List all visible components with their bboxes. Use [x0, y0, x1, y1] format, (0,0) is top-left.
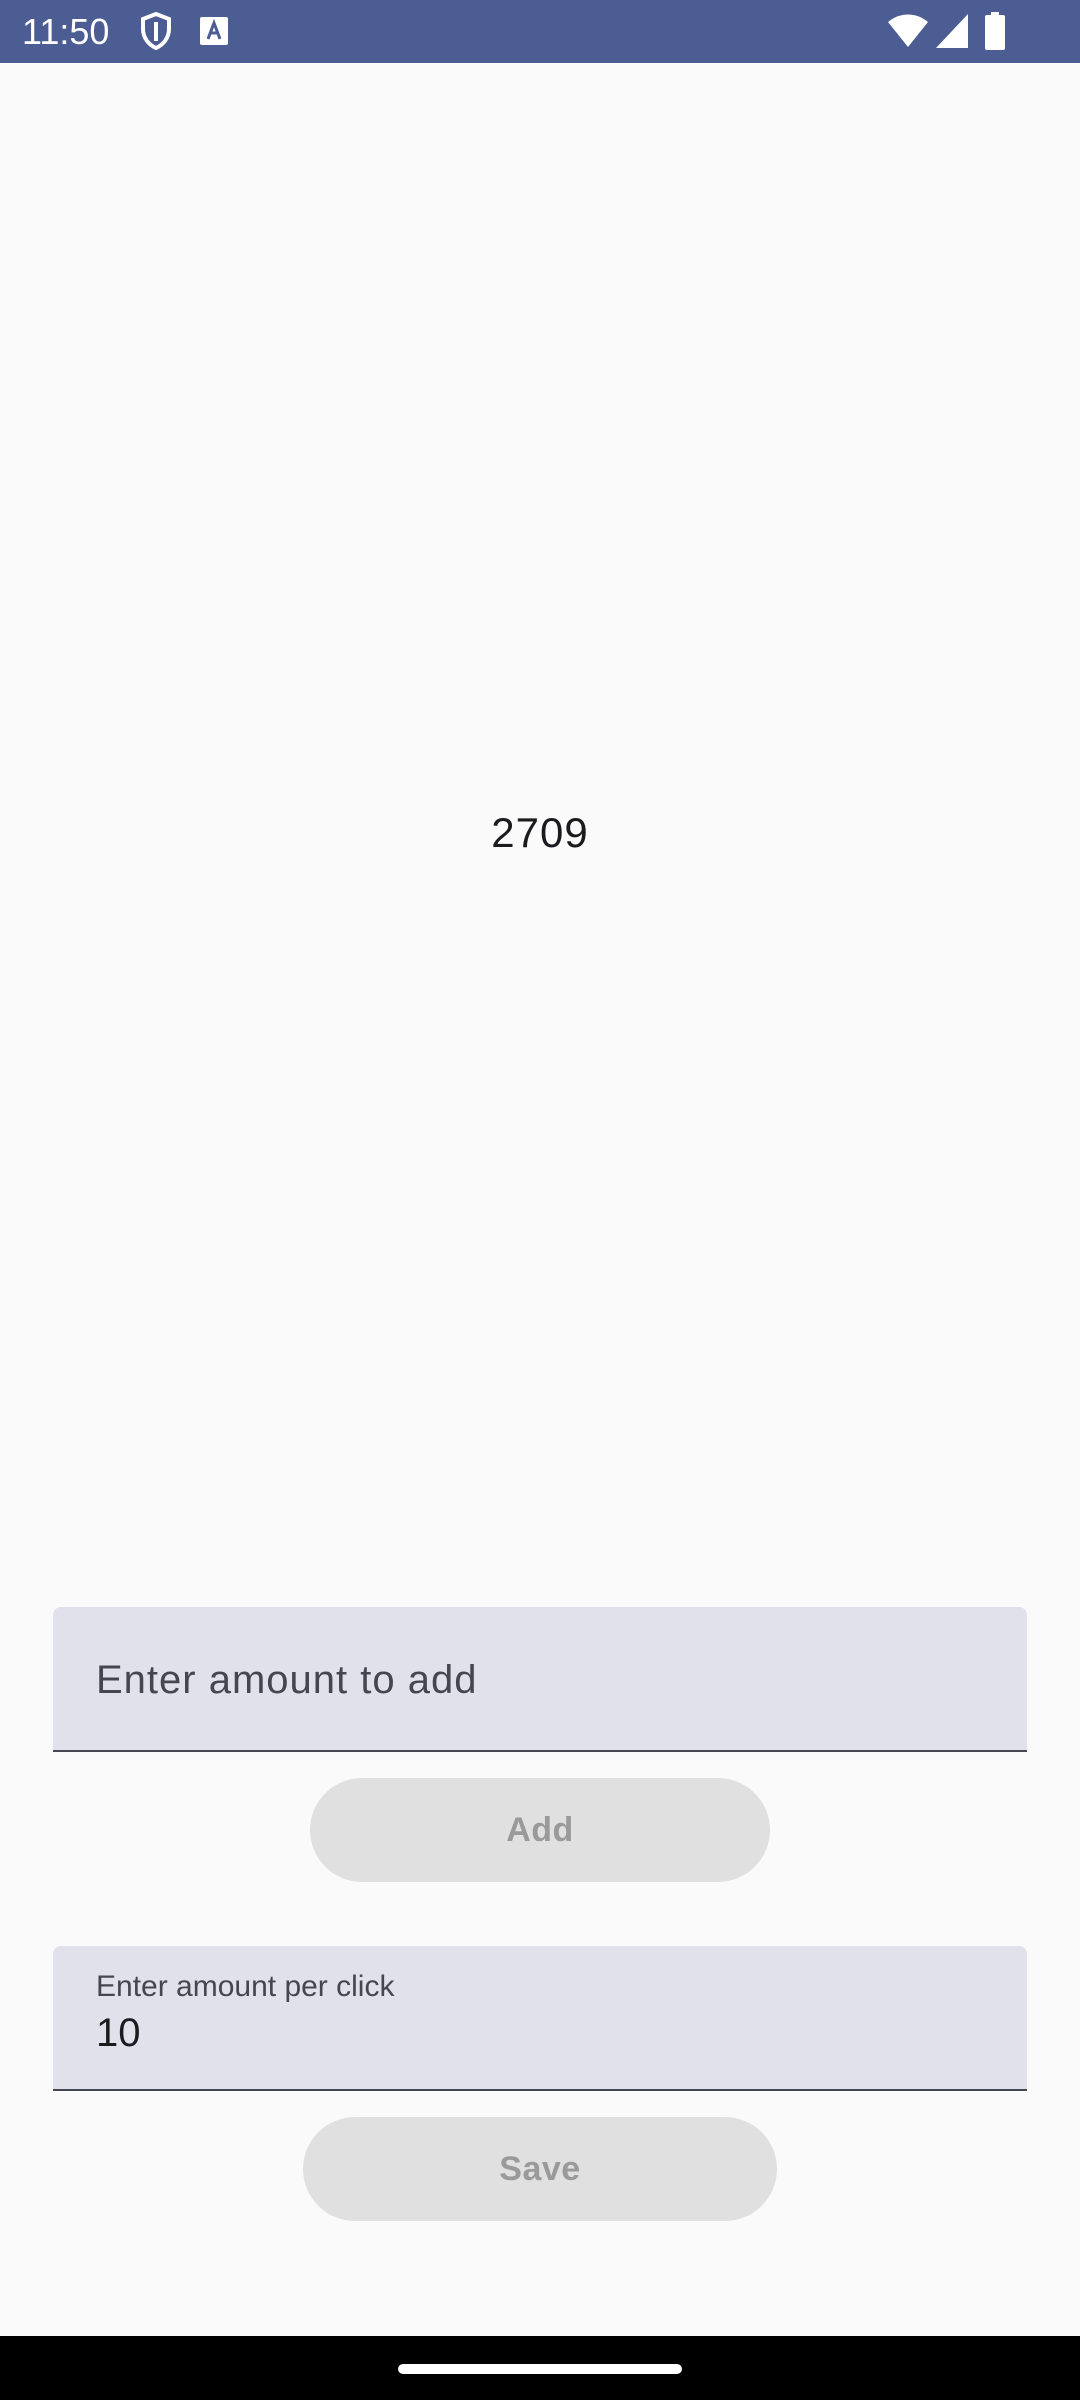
- battery-icon: [985, 12, 1005, 50]
- navigation-bar: [0, 2336, 1080, 2400]
- wifi-icon: [888, 14, 928, 47]
- home-handle[interactable]: [398, 2364, 682, 2374]
- status-bar: 11:50: [0, 0, 1080, 63]
- cell-signal-icon: [936, 14, 968, 48]
- amount-to-add-field[interactable]: Enter amount to add: [53, 1607, 1027, 1752]
- amount-per-click-value: 10: [96, 2011, 141, 2055]
- amount-to-add-placeholder: Enter amount to add: [96, 1658, 478, 1702]
- status-time: 11:50: [22, 11, 110, 52]
- add-button[interactable]: Add: [310, 1778, 770, 1882]
- shield-icon: [141, 12, 171, 50]
- amount-per-click-field[interactable]: Enter amount per click 10: [53, 1946, 1027, 2091]
- save-button[interactable]: Save: [303, 2117, 777, 2221]
- amount-per-click-label: Enter amount per click: [96, 1970, 395, 2003]
- text-a-icon: [200, 17, 228, 45]
- counter-value: 2709: [491, 809, 589, 856]
